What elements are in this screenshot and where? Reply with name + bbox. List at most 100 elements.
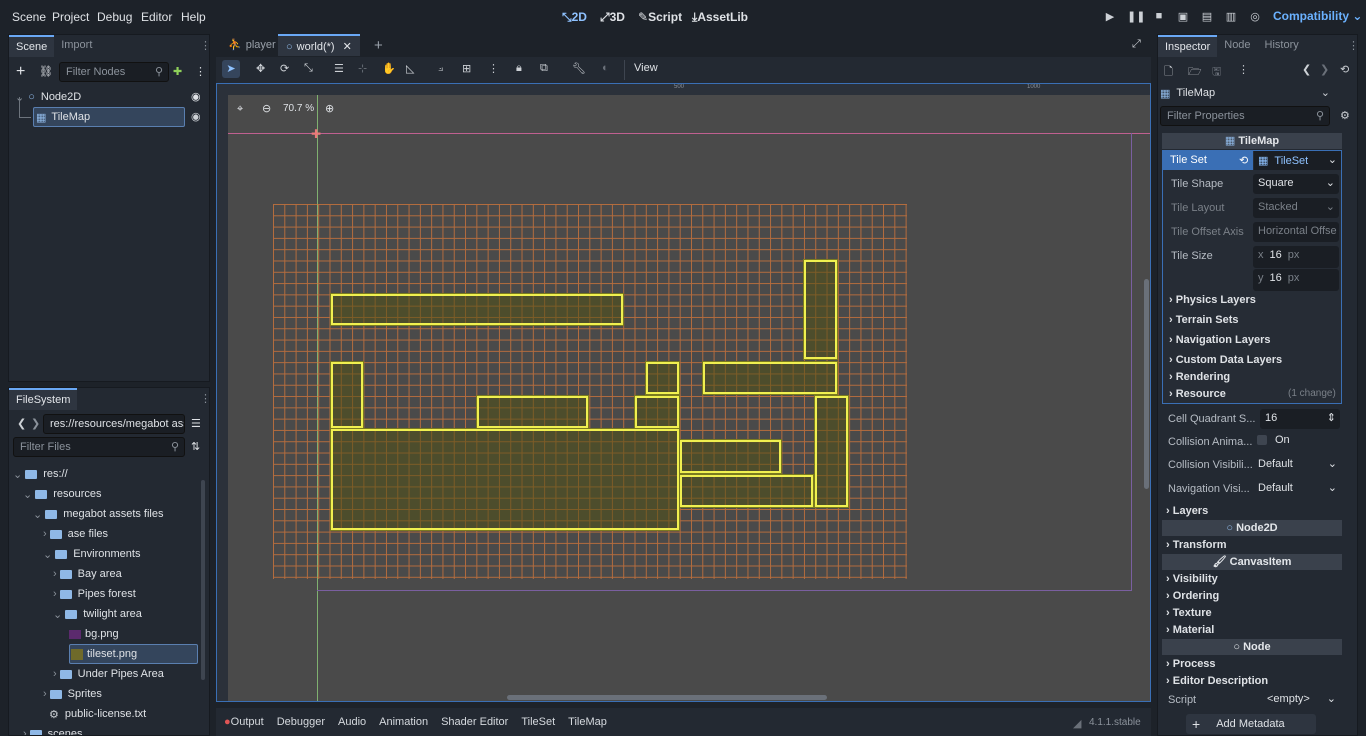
fs-item-twilight-area[interactable]: ⌄ twilight area [53,604,142,624]
forward-arrow-icon[interactable]: ❯ [31,417,40,430]
group-custom-data-layers[interactable]: › Custom Data Layers [1169,354,1282,366]
dock-menu-icon[interactable]: ⋮ [200,39,211,52]
attach-script-icon[interactable]: ✚ [173,65,182,78]
remote-debug-icon[interactable]: ▣ [1175,10,1191,26]
fs-item-resources[interactable]: ⌄ resources [23,484,102,504]
history-icon[interactable]: ⟲ [1340,63,1349,76]
mode-script-button[interactable]: ✎Script [638,10,682,24]
move-tool-icon[interactable]: ✥ [256,62,265,75]
scrollbar[interactable] [201,480,205,680]
tab-history[interactable]: History [1258,35,1306,57]
group-physics-layers[interactable]: › Physics Layers [1169,294,1256,306]
tile-size-x-field[interactable]: x 16 px [1253,246,1339,268]
tab-world[interactable]: ○ world(*) ✕ [278,34,360,56]
list-select-icon[interactable]: ☰ [334,62,344,75]
save-icon[interactable]: 🖫︎ [1212,63,1221,82]
group-texture[interactable]: › Texture [1166,607,1212,619]
pan-tool-icon[interactable]: ✋ [382,62,396,75]
menu-project[interactable]: Project [52,10,89,24]
fs-item-pipes-forest[interactable]: › Pipes forest [53,584,136,604]
tab-inspector[interactable]: Inspector [1158,35,1218,57]
new-resource-icon[interactable]: 🗋︎ [1164,63,1173,82]
stop-icon[interactable]: ■ [1151,10,1167,26]
split-mode-icon[interactable]: ☰ [191,417,201,430]
collision-animatable-checkbox[interactable]: On [1257,434,1290,446]
navigation-visibility-select[interactable]: Default ⌄ [1253,479,1341,499]
scene-menu-icon[interactable]: ⋮ [195,65,206,78]
path-field[interactable]: res://resources/megabot ass [43,414,185,434]
property-options-icon[interactable]: ⚙ [1340,109,1350,122]
skeleton-icon[interactable]: 🔧︎ [572,62,586,75]
script-resource-picker[interactable]: <empty> ⌄ [1262,690,1340,710]
revert-icon[interactable]: ⟲ [1239,154,1248,167]
renderer-select[interactable]: Compatibility ⌄ [1273,9,1362,23]
fs-item-scenes[interactable]: › scenes [23,724,83,735]
tile-set-resource-picker[interactable]: ▦ TileSet ⌄ [1254,151,1341,170]
link-icon[interactable]: ⛓ [39,65,53,78]
tab-tilemap[interactable]: TileMap [568,716,607,728]
fs-item-bg-png[interactable]: bg.png [69,624,119,644]
movie-maker-icon[interactable]: ◎ [1247,10,1263,26]
tile-offset-axis-select[interactable]: Horizontal Offse [1253,222,1339,242]
distraction-free-icon[interactable]: ⤢ [1132,38,1141,51]
tab-node[interactable]: Node [1217,35,1257,57]
filter-properties-input[interactable]: Filter Properties ⚲ [1160,106,1330,126]
cell-quadrant-spinbox[interactable]: 16 ⇕ [1260,409,1340,429]
group-material[interactable]: › Material [1166,624,1214,636]
tab-shader-editor[interactable]: Shader Editor [441,716,508,728]
menu-scene[interactable]: Scene [12,10,46,24]
back-arrow-icon[interactable]: ❮ [1302,63,1311,76]
close-icon[interactable]: ✕ [343,41,352,53]
fs-item-license[interactable]: ⚙ public-license.txt [49,704,146,724]
tile-shape-select[interactable]: Square ⌄ [1253,174,1339,194]
add-metadata-button[interactable]: + Add Metadata [1186,714,1316,734]
tab-debugger[interactable]: Debugger [277,716,325,728]
sort-icon[interactable]: ⇅ [191,440,200,453]
group-resource[interactable]: › Resource [1169,388,1226,400]
group-rendering[interactable]: › Rendering [1169,371,1230,383]
center-view-icon[interactable]: ⌖ [237,103,243,116]
smart-snap-icon[interactable]: ⟓ [438,62,443,75]
mode-3d-button[interactable]: ⤢3D [600,10,625,25]
group-ordering[interactable]: › Ordering [1166,590,1219,602]
mode-assetlib-button[interactable]: ⤓AssetLib [692,10,748,25]
open-folder-icon[interactable]: 🗁︎ [1188,63,1202,82]
tab-audio[interactable]: Audio [338,716,366,728]
zoom-level[interactable]: 70.7 % [283,103,314,114]
vertical-scrollbar[interactable] [1144,279,1149,489]
tree-node-node2d[interactable]: ⌄ ○ Node2D ◉ [15,87,205,107]
fs-item-ase-files[interactable]: › ase files [43,524,108,544]
fs-item-megabot[interactable]: ⌄ megabot assets files [33,504,164,524]
zoom-out-icon[interactable]: ⊖ [262,102,271,115]
pivot-icon[interactable]: ⊹ [358,62,367,75]
menu-help[interactable]: Help [181,10,206,24]
tab-player[interactable]: ⛹ player [220,34,284,56]
dock-menu-icon[interactable]: ⋮ [1348,39,1357,52]
play-custom-icon[interactable]: ▥ [1223,10,1239,26]
tile-size-y-field[interactable]: y 16 px [1253,269,1339,291]
fs-item-bay-area[interactable]: › Bay area [53,564,122,584]
snap-options-icon[interactable]: ⋮ [488,62,499,75]
camera-icon[interactable]: ◐ [602,62,609,74]
tab-animation[interactable]: Animation [379,716,428,728]
dock-menu-icon[interactable]: ⋮ [200,392,209,405]
forward-arrow-icon[interactable]: ❯ [1320,63,1329,76]
add-tab-icon[interactable]: + [374,37,383,54]
pause-icon[interactable]: ❚❚ [1127,10,1145,26]
horizontal-scrollbar[interactable] [507,695,827,700]
fs-item-under-pipes[interactable]: › Under Pipes Area [53,664,164,684]
visibility-eye-icon[interactable]: ◉ [191,90,201,103]
play-scene-icon[interactable]: ▤ [1199,10,1215,26]
fs-item-environments[interactable]: ⌄ Environments [43,544,140,564]
group-process[interactable]: › Process [1166,658,1216,670]
viewport[interactable]: 500 1000 ⌖ ⊖ 70.7 % ⊕ ✚ [216,83,1151,702]
visibility-eye-icon[interactable]: ◉ [191,110,201,123]
rotate-tool-icon[interactable]: ⟳ [280,62,289,75]
tree-node-tilemap[interactable]: ▦ TileMap [33,107,185,127]
group-navigation-layers[interactable]: › Navigation Layers [1169,334,1271,346]
view-menu[interactable]: View [634,62,658,74]
group-layers[interactable]: › Layers [1166,505,1208,517]
tab-filesystem[interactable]: FileSystem [9,388,78,410]
group-terrain-sets[interactable]: › Terrain Sets [1169,314,1239,326]
ruler-tool-icon[interactable]: ◺ [406,62,414,75]
